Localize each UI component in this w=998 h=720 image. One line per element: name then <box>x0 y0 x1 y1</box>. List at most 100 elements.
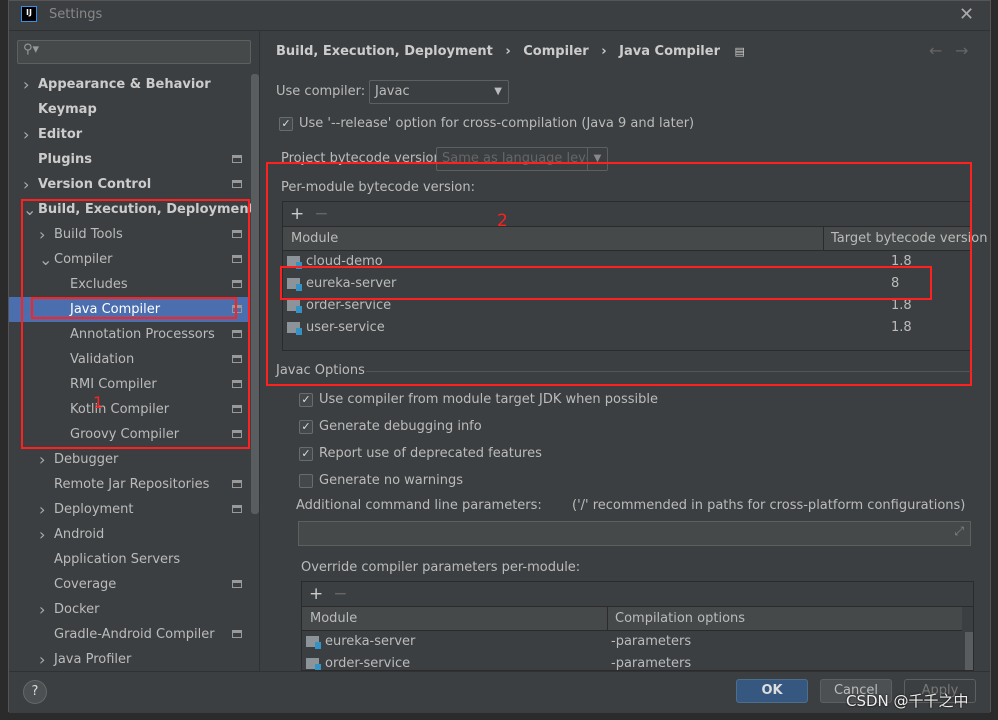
release-checkbox[interactable]: ✓ <box>279 117 293 131</box>
back-icon[interactable]: ← <box>929 41 942 60</box>
annotation-label-1: 1 <box>93 393 104 412</box>
sidebar-item-label: Coverage <box>54 577 117 592</box>
sidebar-item-gradle-android-compiler[interactable]: Gradle-Android Compiler <box>9 622 249 647</box>
sidebar-item-label: Keymap <box>38 102 97 117</box>
compilation-options[interactable]: -parameters <box>611 631 691 653</box>
override-table: + − Module Compilation options eureka-ser… <box>301 581 974 671</box>
sidebar-item-debugger[interactable]: › Debugger <box>9 447 249 472</box>
sidebar-item-appearance-behavior[interactable]: › Appearance & Behavior <box>9 72 249 97</box>
sidebar-item-label: Android <box>54 527 105 542</box>
watermark: CSDN @千千之中 <box>846 692 969 710</box>
sidebar-item-label: Gradle-Android Compiler <box>54 627 215 642</box>
additional-params-input[interactable]: ⤢ <box>298 521 971 546</box>
compiler-select[interactable]: Javac ▼ <box>369 80 509 104</box>
sidebar-item-label: Version Control <box>38 177 152 192</box>
module-name: eureka-server <box>325 634 416 649</box>
module-name: order-service <box>325 656 411 671</box>
sidebar-item-label: Appearance & Behavior <box>38 77 211 92</box>
sidebar-item-coverage[interactable]: Coverage <box>9 572 249 597</box>
sidebar-item-label: Java Profiler <box>54 652 132 667</box>
ok-button[interactable]: OK <box>736 679 808 703</box>
sidebar-item-remote-jar-repositories[interactable]: Remote Jar Repositories <box>9 472 249 497</box>
sidebar-scrollbar[interactable] <box>251 74 259 514</box>
sidebar-item-editor[interactable]: › Editor <box>9 122 249 147</box>
sidebar-item-label: Debugger <box>54 452 119 467</box>
project-settings-icon <box>232 480 242 488</box>
compilation-options[interactable]: -parameters <box>611 653 691 670</box>
compiler-value: Javac <box>375 84 410 99</box>
sidebar-item-version-control[interactable]: › Version Control <box>9 172 249 197</box>
settings-search-input[interactable]: ⚲▾ <box>17 40 251 64</box>
settings-dialog: IJ Settings ✕ ⚲▾ › Appearance & Behavior K… <box>8 0 991 713</box>
project-settings-icon <box>232 155 242 163</box>
sidebar-item-deployment[interactable]: › Deployment <box>9 497 249 522</box>
override-label: Override compiler parameters per-module: <box>301 560 581 575</box>
sidebar-item-java-profiler[interactable]: › Java Profiler <box>9 647 249 672</box>
sidebar-item-label: Remote Jar Repositories <box>54 477 210 492</box>
breadcrumb-item: Compiler <box>523 44 589 59</box>
project-settings-icon <box>232 580 242 588</box>
chevron-right-icon[interactable]: › <box>39 522 45 547</box>
sidebar-item-label: Docker <box>54 602 100 617</box>
additional-params-hint: ('/' recommended in paths for cross-plat… <box>572 498 966 513</box>
chevron-right-icon[interactable]: › <box>23 72 29 97</box>
add-icon[interactable]: + <box>309 584 323 604</box>
table-header: Module Compilation options <box>302 607 962 631</box>
sidebar-item-android[interactable]: › Android <box>9 522 249 547</box>
table-row[interactable]: eureka-server -parameters <box>306 631 966 653</box>
javac-option-label: Generate debugging info <box>319 419 482 434</box>
annotation-box-eureka <box>280 266 932 300</box>
javac-option-checkbox[interactable]: ✓ <box>299 420 313 434</box>
divider <box>259 31 260 671</box>
breadcrumb-item: Build, Execution, Deployment <box>276 44 493 59</box>
javac-option-label: Report use of deprecated features <box>319 446 542 461</box>
expand-icon[interactable]: ⤢ <box>954 524 964 539</box>
column-module[interactable]: Module <box>310 607 357 631</box>
search-icon: ⚲▾ <box>23 42 40 57</box>
project-settings-icon <box>232 630 242 638</box>
sidebar-item-label: Plugins <box>38 152 92 167</box>
project-settings-icon <box>232 180 242 188</box>
forward-icon[interactable]: → <box>955 41 968 60</box>
release-label: Use '--release' option for cross-compila… <box>299 116 695 131</box>
annotation-box-selected <box>31 297 237 319</box>
javac-option-label: Generate no warnings <box>319 473 464 488</box>
javac-option-checkbox[interactable]: ✓ <box>299 393 313 407</box>
close-icon[interactable]: ✕ <box>959 4 974 25</box>
chevron-right-icon[interactable]: › <box>39 647 45 672</box>
chevron-right-icon[interactable]: › <box>39 447 45 472</box>
divider <box>366 371 971 372</box>
sidebar-item-application-servers[interactable]: Application Servers <box>9 547 249 572</box>
additional-params-label: Additional command line parameters: <box>296 498 542 513</box>
project-settings-icon <box>232 505 242 513</box>
intellij-logo: IJ <box>21 6 37 22</box>
javac-options-title: Javac Options <box>276 363 365 378</box>
use-compiler-label: Use compiler: <box>276 84 366 99</box>
table-row[interactable]: order-service -parameters <box>306 653 966 671</box>
annotation-label-2: 2 <box>497 211 508 231</box>
override-scrollbar[interactable] <box>965 632 973 670</box>
sidebar-item-docker[interactable]: › Docker <box>9 597 249 622</box>
module-folder-icon <box>306 658 321 670</box>
javac-option-checkbox[interactable]: ✓ <box>299 447 313 461</box>
window-title: Settings <box>49 7 103 22</box>
annotation-box-1 <box>21 199 250 449</box>
sidebar-item-plugins[interactable]: Plugins <box>9 147 249 172</box>
chevron-right-icon[interactable]: › <box>23 122 29 147</box>
button-bar: ? OK Cancel Apply <box>9 671 990 713</box>
chevron-right-icon[interactable]: › <box>39 497 45 522</box>
sidebar-item-label: Editor <box>38 127 83 142</box>
help-button[interactable]: ? <box>23 680 47 704</box>
remove-icon[interactable]: − <box>333 584 347 604</box>
breadcrumb-item: Java Compiler <box>619 44 720 59</box>
sidebar-item-label: Deployment <box>54 502 134 517</box>
chevron-right-icon[interactable]: › <box>39 597 45 622</box>
title-bar: IJ Settings ✕ <box>9 1 990 31</box>
javac-option-label: Use compiler from module target JDK when… <box>319 392 658 407</box>
column-compilation-options[interactable]: Compilation options <box>607 607 745 631</box>
page-icon: ▤ <box>734 45 745 58</box>
breadcrumb: Build, Execution, Deployment › Compiler … <box>276 44 745 59</box>
sidebar-item-keymap[interactable]: Keymap <box>9 97 249 122</box>
javac-option-checkbox[interactable] <box>299 474 313 488</box>
chevron-right-icon[interactable]: › <box>23 172 29 197</box>
